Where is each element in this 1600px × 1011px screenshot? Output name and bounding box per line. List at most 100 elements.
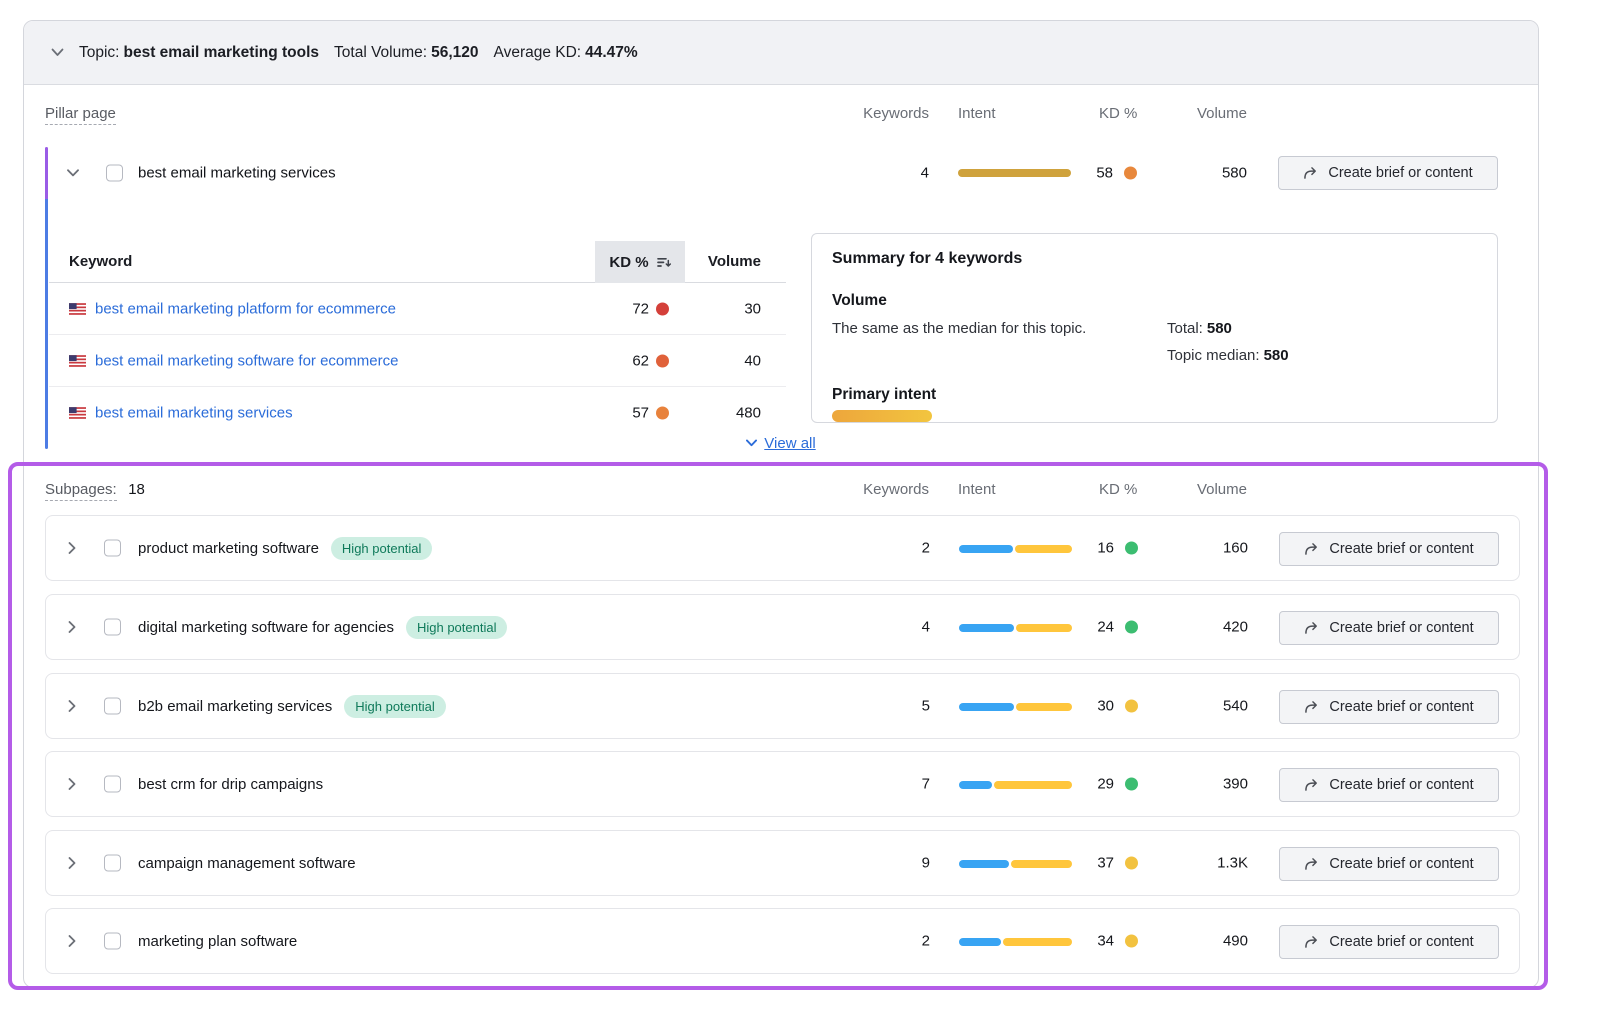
volume-value: 490 [1223, 933, 1248, 950]
chevron-right-icon [68, 935, 76, 947]
subpages-label[interactable]: Subpages: [45, 481, 117, 501]
intent-bar [959, 781, 1072, 789]
create-brief-button[interactable]: Create brief or content [1279, 532, 1499, 566]
kd-score-dot [656, 354, 669, 367]
create-brief-button[interactable]: Create brief or content [1279, 925, 1499, 959]
us-flag-icon [69, 407, 86, 419]
summary-topic-median: Topic median:580 [1167, 347, 1289, 364]
create-brief-button[interactable]: Create brief or content [1279, 611, 1499, 645]
subpages-header-row: Subpages: 18 Keywords Intent KD % Volume [24, 479, 1538, 501]
us-flag-icon [69, 303, 86, 315]
intent-bar [959, 703, 1072, 711]
volume-value: 480 [736, 405, 761, 422]
expand-row-button[interactable] [64, 540, 80, 556]
us-flag-icon [69, 355, 86, 367]
subpage-title: campaign management software [138, 855, 356, 872]
collapse-row-button[interactable] [65, 165, 81, 181]
forward-arrow-icon [1304, 621, 1320, 635]
high-potential-badge: High potential [406, 616, 508, 639]
subpage-row: product marketing softwareHigh potential… [45, 515, 1520, 581]
expand-row-button[interactable] [64, 698, 80, 714]
volume-value: 40 [744, 352, 761, 369]
create-brief-button[interactable]: Create brief or content [1279, 690, 1499, 724]
create-brief-button[interactable]: Create brief or content [1279, 847, 1499, 881]
view-all-row: View all [24, 431, 1538, 455]
keyword-link[interactable]: best email marketing software for ecomme… [95, 352, 398, 369]
row-checkbox[interactable] [104, 698, 121, 715]
kd-value: 62 [632, 352, 649, 369]
keywords-count: 5 [922, 698, 930, 715]
intent-column-header: Intent [958, 103, 996, 125]
kd-score-dot [656, 407, 669, 420]
volume-value: 540 [1223, 698, 1248, 715]
kd-score-dot [1125, 700, 1138, 713]
volume-value: 160 [1223, 540, 1248, 557]
subpage-row: campaign management software 9 37 1.3K C… [45, 830, 1520, 896]
subpage-row: marketing plan software 2 34 490 Create … [45, 908, 1520, 974]
keywords-count: 2 [922, 540, 930, 557]
keyword-header: Keyword [69, 241, 132, 283]
row-checkbox[interactable] [104, 540, 121, 557]
chevron-right-icon [68, 778, 76, 790]
row-checkbox[interactable] [104, 855, 121, 872]
topic-card: Topic:best email marketing tools Total V… [23, 20, 1539, 988]
kd-value: 58 [1096, 165, 1113, 182]
forward-arrow-icon [1304, 700, 1320, 714]
intent-pill [832, 410, 932, 422]
average-kd: Average KD:44.47% [494, 44, 638, 62]
kd-column-header: KD % [1099, 479, 1137, 501]
chevron-right-icon [68, 700, 76, 712]
row-checkbox[interactable] [104, 776, 121, 793]
kd-score-dot [1125, 857, 1138, 870]
kd-score-dot [1124, 167, 1137, 180]
subpage-title: digital marketing software for agencies [138, 619, 394, 636]
intent-bar [959, 545, 1072, 553]
expand-row-button[interactable] [64, 855, 80, 871]
subpage-title: marketing plan software [138, 933, 297, 950]
pillar-row: best email marketing services 4 58 580 C… [24, 147, 1538, 199]
subpage-title: best crm for drip campaigns [138, 776, 323, 793]
chevron-right-icon [68, 621, 76, 633]
keyword-link[interactable]: best email marketing platform for ecomme… [95, 300, 396, 317]
volume-value: 1.3K [1217, 855, 1248, 872]
kd-column-header: KD % [1099, 103, 1137, 125]
row-checkbox[interactable] [106, 165, 123, 182]
row-checkbox[interactable] [104, 619, 121, 636]
volume-value: 390 [1223, 776, 1248, 793]
subpage-row: b2b email marketing services High potenti… [45, 673, 1520, 739]
keywords-count: 2 [922, 933, 930, 950]
kd-value: 30 [1097, 698, 1114, 715]
forward-arrow-icon [1304, 542, 1320, 556]
topic-bar: Topic:best email marketing tools Total V… [24, 21, 1538, 85]
kd-score-dot [1125, 542, 1138, 555]
chevron-down-icon [746, 439, 757, 447]
sort-descending-icon [657, 256, 671, 269]
create-brief-button[interactable]: Create brief or content [1278, 156, 1498, 190]
expand-row-button[interactable] [64, 619, 80, 635]
keywords-count: 9 [922, 855, 930, 872]
keyword-link[interactable]: best email marketing services [95, 405, 293, 422]
pillar-page-label[interactable]: Pillar page [45, 105, 116, 125]
collapse-topic-button[interactable] [46, 42, 68, 64]
forward-arrow-icon [1304, 935, 1320, 949]
view-all-link[interactable]: View all [764, 435, 815, 452]
chevron-down-icon [67, 169, 79, 177]
kd-value: 29 [1097, 776, 1114, 793]
intent-bar [958, 169, 1071, 177]
keywords-count: 7 [922, 776, 930, 793]
expand-row-button[interactable] [64, 933, 80, 949]
intent-bar [959, 860, 1072, 868]
summary-total: Total:580 [1167, 320, 1232, 337]
row-checkbox[interactable] [104, 933, 121, 950]
kd-sort-header[interactable]: KD % [595, 241, 685, 283]
subpage-row: digital marketing software for agencies H… [45, 594, 1520, 660]
keywords-count: 4 [922, 619, 930, 636]
subpage-title: b2b email marketing services [138, 698, 332, 715]
chevron-right-icon [68, 857, 76, 869]
expand-row-button[interactable] [64, 776, 80, 792]
kd-score-dot [1125, 621, 1138, 634]
volume-value: 30 [744, 300, 761, 317]
kd-value: 16 [1097, 540, 1114, 557]
high-potential-badge: High potential [344, 695, 446, 718]
create-brief-button[interactable]: Create brief or content [1279, 768, 1499, 802]
